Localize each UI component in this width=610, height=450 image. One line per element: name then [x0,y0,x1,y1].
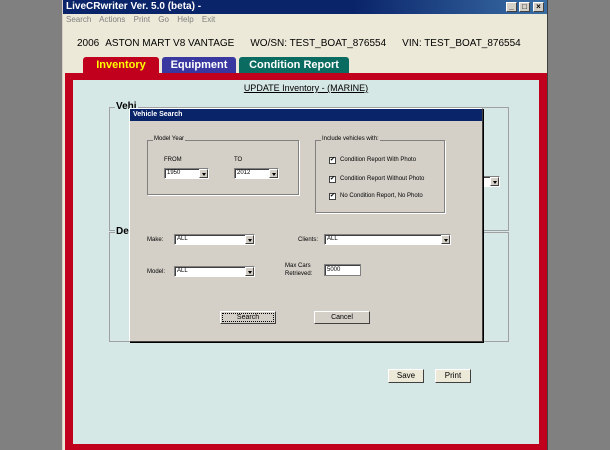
update-title: UPDATE Inventory - (MARINE) [243,83,369,93]
chevron-down-icon[interactable] [245,235,254,244]
menu-print[interactable]: Print [134,15,150,24]
maxcars-label-1: Max Cars [285,263,311,269]
tab-inventory[interactable]: Inventory [83,57,159,73]
make-label: Make: [147,237,164,243]
maxcars-label-2: Retrieved: [285,271,313,277]
menu-help[interactable]: Help [177,15,193,24]
check-no-report[interactable]: ✔ [329,193,336,200]
model-year-group: Model Year FROM TO 1950 2012 [147,136,299,195]
checkmark-icon: ✔ [330,157,336,163]
vehicle-select-partial[interactable] [480,176,500,187]
to-year-value: 2012 [237,170,251,176]
from-year-value: 1950 [167,170,181,176]
from-label: FROM [164,157,182,163]
print-button[interactable]: Print [435,369,471,383]
check-with-photo-label: Condition Report With Photo [340,157,417,163]
save-button[interactable]: Save [388,369,424,383]
make-value: ALL [177,236,188,242]
vehicle-year: 2006 [77,38,100,49]
window-title: LiveCRwriter Ver. 5.0 (beta) - [66,1,202,12]
clients-label: Clients: [298,237,319,243]
close-icon[interactable]: × [533,2,544,12]
to-label: TO [234,157,243,163]
maxcars-input[interactable]: 5000 [324,264,361,276]
check-no-report-label: No Condition Report, No Photo [340,193,423,199]
maximize-icon[interactable]: □ [519,2,530,12]
model-label: Model: [147,269,166,275]
menu-go[interactable]: Go [158,15,169,24]
menu-exit[interactable]: Exit [202,15,215,24]
check-without-photo-label: Condition Report Without Photo [340,176,425,182]
from-year-select[interactable]: 1950 [164,168,209,179]
vehicle-info: 2006 ASTON MART V8 VANTAGE WO/SN: TEST_BOA… [77,38,537,49]
minimize-icon[interactable]: _ [506,2,517,12]
model-year-legend: Model Year [153,136,186,142]
menu-bar: Search Actions Print Go Help Exit [63,14,547,26]
clients-value: ALL [327,236,338,242]
checkmark-icon: ✔ [330,176,336,182]
chevron-down-icon[interactable] [269,169,278,178]
tab-condition-report[interactable]: Condition Report [239,57,349,73]
tab-equipment[interactable]: Equipment [162,57,236,73]
menu-search[interactable]: Search [66,15,91,24]
chevron-down-icon[interactable] [490,177,499,186]
vehicle-wo: WO/SN: TEST_BOAT_876554 [250,38,387,49]
details-group-label: De [115,226,130,237]
clients-select[interactable]: ALL [324,234,451,245]
check-without-photo[interactable]: ✔ [329,176,336,183]
cancel-button[interactable]: Cancel [314,311,370,324]
vehicle-name: ASTON MART V8 VANTAGE [105,38,235,49]
chevron-down-icon[interactable] [199,169,208,178]
search-button[interactable]: Search [220,311,276,324]
check-with-photo[interactable]: ✔ [329,157,336,164]
to-year-select[interactable]: 2012 [234,168,279,179]
menu-actions[interactable]: Actions [99,15,125,24]
dialog-title: Vehicle Search [130,109,482,121]
checkmark-icon: ✔ [330,193,336,199]
include-vehicles-group: Include vehicles with: ✔ Condition Repor… [315,136,445,213]
include-legend: Include vehicles with: [321,136,380,142]
chevron-down-icon[interactable] [441,235,450,244]
model-value: ALL [177,268,188,274]
vehicle-search-dialog: Vehicle Search Model Year FROM TO 1950 2… [129,108,483,342]
title-bar: LiveCRwriter Ver. 5.0 (beta) - _ □ × [63,0,547,14]
chevron-down-icon[interactable] [245,267,254,276]
make-select[interactable]: ALL [174,234,255,245]
model-select[interactable]: ALL [174,266,255,277]
vehicle-vin: VIN: TEST_BOAT_876554 [402,38,521,49]
